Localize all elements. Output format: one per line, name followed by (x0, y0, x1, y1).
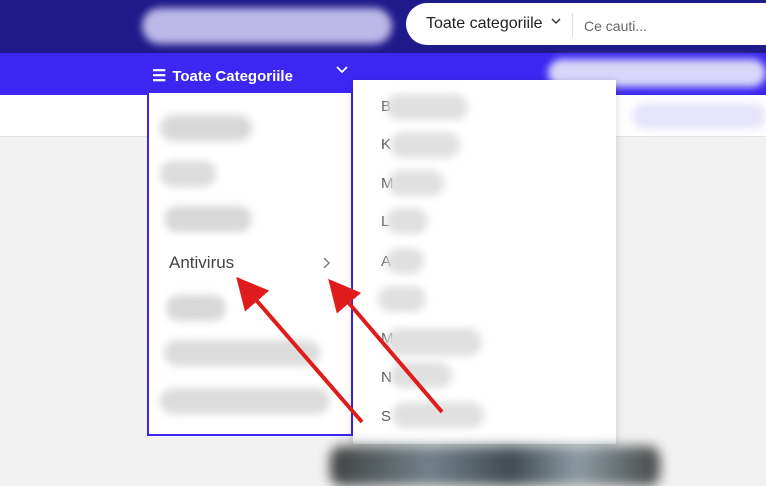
divider (572, 13, 573, 37)
category-item-6[interactable] (164, 340, 320, 366)
category-item-3[interactable] (164, 206, 252, 232)
blurred-banner-image (330, 446, 660, 486)
search-category-select[interactable]: Toate categoriile (426, 15, 543, 33)
all-categories-label: Toate Categoriile (172, 68, 293, 85)
submenu-item-3[interactable] (388, 170, 444, 196)
all-categories-button[interactable]: ☰ Toate Categoriile (152, 66, 293, 86)
category-item-7[interactable] (160, 388, 330, 414)
top-header: Toate categoriile (0, 0, 766, 53)
submenu-item-8[interactable] (390, 362, 452, 388)
submenu-item-initial: S (381, 408, 392, 425)
search-input[interactable] (582, 13, 766, 39)
chevron-down-icon[interactable] (550, 15, 562, 30)
chevron-right-icon[interactable] (320, 255, 334, 271)
submenu-item-2[interactable] (390, 132, 460, 158)
search-bar: Toate categoriile (406, 3, 766, 45)
blurred-secondary-link[interactable] (632, 103, 766, 129)
hamburger-icon: ☰ (152, 68, 167, 85)
category-item-antivirus[interactable]: Antivirus (169, 253, 234, 273)
submenu-item-9[interactable] (392, 402, 484, 428)
chevron-down-icon[interactable] (334, 62, 350, 78)
submenu-item-7[interactable] (386, 328, 482, 356)
submenu-item-6[interactable] (378, 286, 426, 312)
category-item-1[interactable] (160, 115, 252, 141)
category-item-5[interactable] (166, 295, 226, 321)
submenu-item-5[interactable] (386, 248, 424, 274)
category-item-2[interactable] (160, 161, 216, 187)
submenu-item-4[interactable] (386, 208, 428, 234)
submenu-item-1[interactable] (386, 94, 468, 120)
blurred-logo[interactable] (142, 8, 392, 44)
